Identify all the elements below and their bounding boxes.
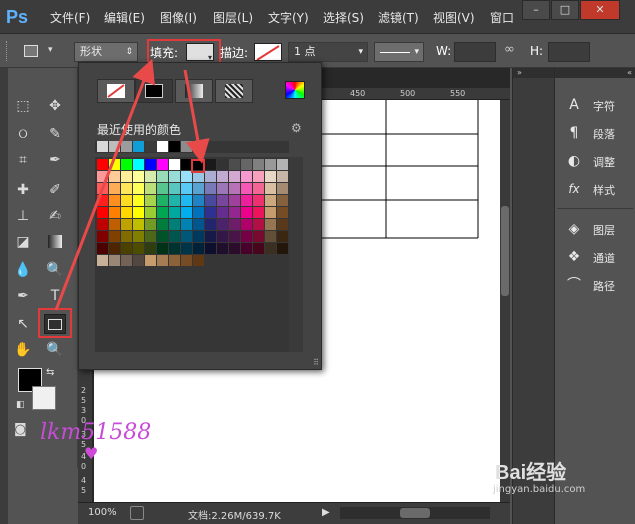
arrow-tool-to-fill — [54, 58, 155, 311]
annotation-arrows — [54, 58, 210, 311]
arrow-fill-to-swatch — [183, 69, 210, 164]
